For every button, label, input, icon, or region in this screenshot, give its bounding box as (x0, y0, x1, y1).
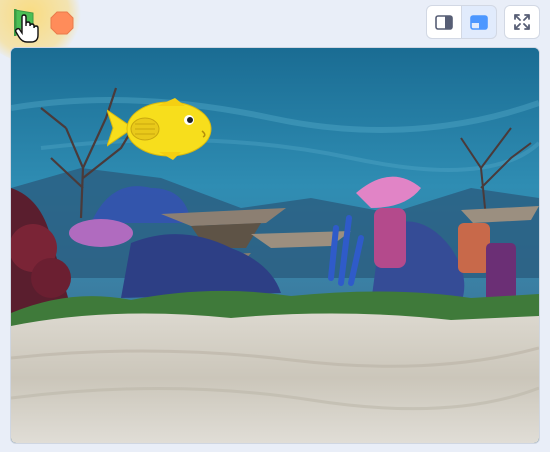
underwater-backdrop (11, 48, 539, 443)
small-stage-icon (435, 14, 453, 30)
stage-canvas[interactable] (10, 47, 540, 444)
stage-header (0, 0, 550, 62)
fullscreen-button[interactable] (504, 5, 540, 39)
green-flag-icon[interactable] (12, 8, 36, 38)
fish-sprite[interactable] (107, 98, 215, 160)
small-stage-button[interactable] (426, 5, 462, 39)
fullscreen-icon (514, 14, 530, 30)
normal-stage-icon (470, 14, 488, 30)
normal-stage-button[interactable] (461, 5, 497, 39)
stop-sign-icon[interactable] (50, 11, 74, 35)
